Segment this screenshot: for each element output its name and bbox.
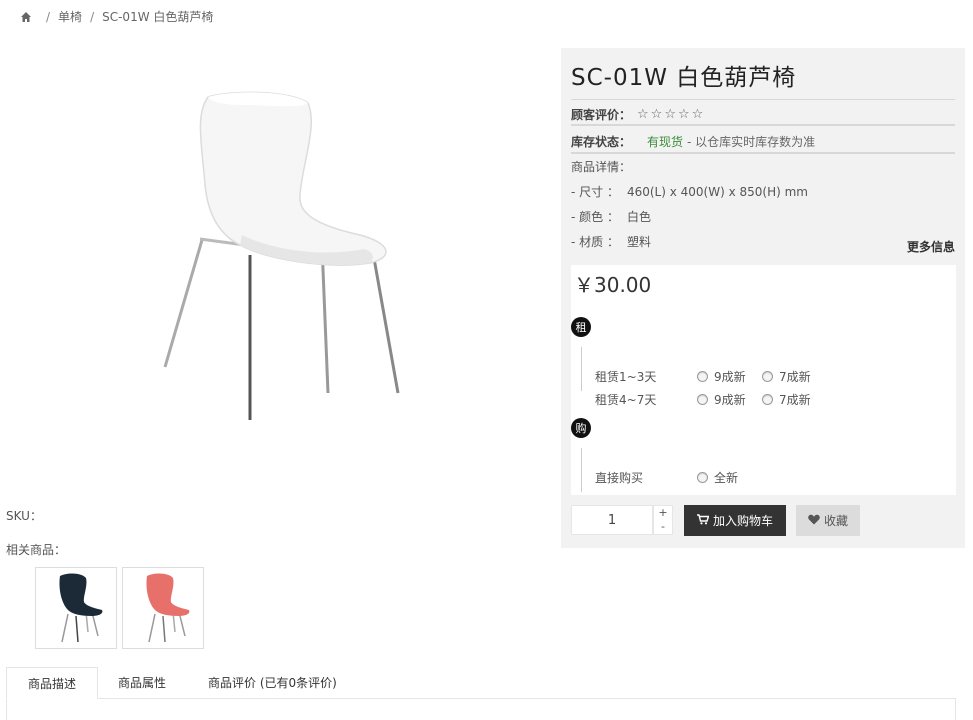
rating-stars[interactable]: ☆ ☆ ☆ ☆ ☆: [637, 107, 703, 122]
detail-key: - 颜色 ：: [571, 210, 619, 224]
radio-icon[interactable]: [762, 371, 773, 382]
rent-radio-90[interactable]: 9成新: [697, 368, 746, 385]
radio-icon[interactable]: [697, 472, 708, 483]
detail-key: - 尺寸 ：: [571, 185, 619, 199]
detail-color: - 颜色 ： 白色: [571, 208, 651, 225]
tab-reviews[interactable]: 商品评价 (已有0条评价): [188, 667, 357, 699]
star-icon[interactable]: ☆: [664, 107, 676, 122]
radio-label: 9成新: [714, 370, 746, 384]
rent-option-label: 租赁1~3天: [595, 370, 657, 384]
radio-label: 7成新: [779, 370, 811, 384]
cart-icon: [696, 513, 710, 528]
rating-label: 顾客评价：: [571, 107, 632, 122]
home-icon[interactable]: [20, 11, 32, 23]
detail-value: 塑料: [626, 235, 651, 249]
details-label: 商品详情：: [571, 160, 632, 174]
breadcrumb: / 单椅 / SC-01W 白色葫芦椅: [20, 8, 213, 25]
favorite-label: 收藏: [823, 514, 848, 528]
sku-label: SKU：: [6, 509, 42, 523]
star-icon[interactable]: ☆: [651, 107, 663, 122]
related-products-label: 相关商品：: [6, 543, 67, 557]
quantity-input[interactable]: 1: [571, 505, 653, 535]
buy-radio-new[interactable]: 全新: [697, 469, 738, 486]
detail-value: 白色: [626, 210, 651, 224]
add-to-cart-label: 加入购物车: [712, 514, 773, 528]
breadcrumb-separator: /: [90, 9, 95, 24]
rating-row: 顾客评价： ☆ ☆ ☆ ☆ ☆: [571, 104, 703, 124]
stock-note: - 以仓库实时库存数为准: [687, 134, 816, 149]
radio-icon[interactable]: [697, 371, 708, 382]
divider: [571, 152, 955, 154]
stock-label: 库存状态：: [571, 134, 632, 149]
stock-row: 库存状态： 有现货 - 以仓库实时库存数为准: [571, 131, 815, 151]
rent-radio-70[interactable]: 7成新: [762, 391, 811, 408]
radio-label: 全新: [714, 471, 739, 485]
radio-label: 9成新: [714, 393, 746, 407]
product-title: SC-01W 白色葫芦椅: [571, 65, 797, 91]
breadcrumb-item-category[interactable]: 单椅: [58, 8, 82, 25]
radio-label: 7成新: [779, 393, 811, 407]
add-to-cart-button[interactable]: 加入购物车: [684, 505, 786, 536]
tab-attributes[interactable]: 商品属性: [98, 667, 186, 699]
tab-description[interactable]: 商品描述: [6, 667, 98, 699]
heart-icon: [808, 514, 820, 528]
related-product-thumbnail[interactable]: [35, 567, 117, 649]
detail-value: 460(L) x 400(W) x 850(H) mm: [626, 185, 808, 199]
quantity-plus-button[interactable]: +: [654, 506, 672, 520]
related-product-thumbnail[interactable]: [122, 567, 204, 649]
divider: [571, 124, 955, 126]
detail-key: - 材质 ：: [571, 235, 619, 249]
divider: [571, 99, 955, 100]
product-main-image: [150, 85, 410, 430]
stock-status: 有现货: [647, 134, 684, 149]
related-products-list: [35, 567, 204, 649]
star-icon[interactable]: ☆: [678, 107, 690, 122]
divider: [581, 448, 582, 492]
more-info-link[interactable]: 更多信息: [907, 238, 955, 255]
buy-badge: 购: [571, 418, 591, 438]
detail-size: - 尺寸 ： 460(L) x 400(W) x 850(H) mm: [571, 183, 808, 200]
star-icon[interactable]: ☆: [637, 107, 649, 122]
star-icon[interactable]: ☆: [692, 107, 704, 122]
product-info-panel: SC-01W 白色葫芦椅 顾客评价： ☆ ☆ ☆ ☆ ☆ 库存状态： 有现货 -…: [561, 48, 965, 548]
product-price: ￥30.00: [574, 273, 652, 297]
quantity-stepper[interactable]: + -: [653, 505, 673, 535]
quantity-minus-button[interactable]: -: [654, 520, 672, 534]
radio-icon[interactable]: [697, 394, 708, 405]
favorite-button[interactable]: 收藏: [796, 505, 860, 536]
buy-option-label: 直接购买: [595, 471, 644, 485]
tab-content: [6, 699, 956, 720]
rent-option-label: 租赁4~7天: [595, 393, 657, 407]
rent-radio-70[interactable]: 7成新: [762, 368, 811, 385]
divider: [581, 347, 582, 391]
rent-badge: 租: [571, 317, 591, 337]
rent-radio-90[interactable]: 9成新: [697, 391, 746, 408]
detail-material: - 材质 ： 塑料: [571, 233, 651, 250]
breadcrumb-item-current: SC-01W 白色葫芦椅: [102, 10, 214, 24]
price-options-box: ￥30.00 租 租赁1~3天 9成新 7成新 租赁4~7天 9成新 7成新 购…: [571, 265, 956, 495]
radio-icon[interactable]: [762, 394, 773, 405]
breadcrumb-separator: /: [46, 9, 51, 24]
